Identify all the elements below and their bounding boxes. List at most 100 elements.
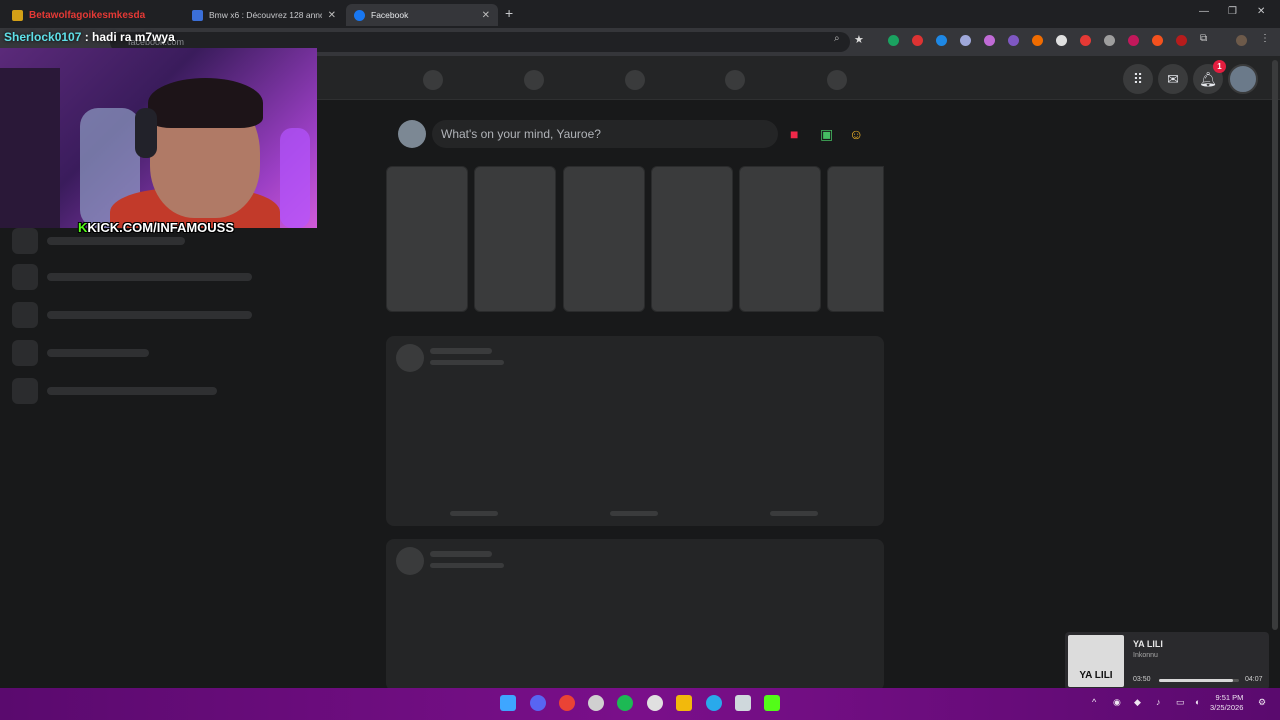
- taskbar-clock[interactable]: 9:51 PM 3/25/2026: [1210, 693, 1243, 713]
- bookmark-star-icon[interactable]: ★: [854, 33, 865, 46]
- nav-placeholder[interactable]: [725, 70, 745, 90]
- extension-icon[interactable]: [960, 35, 971, 46]
- nav-placeholder[interactable]: [423, 70, 443, 90]
- grid-menu-icon[interactable]: ⠿: [1123, 64, 1153, 94]
- album-cover: YA LILI: [1068, 635, 1124, 687]
- network-icon[interactable]: ▭: [1176, 697, 1185, 708]
- nav-placeholder[interactable]: [524, 70, 544, 90]
- story-card[interactable]: [827, 166, 884, 312]
- chat-username: Sherlock0107: [4, 30, 82, 44]
- tray-app-icon[interactable]: ◆: [1134, 697, 1141, 708]
- story-card[interactable]: [651, 166, 733, 312]
- minimize-button[interactable]: —: [1199, 6, 1209, 17]
- kick-logo-letter: K: [78, 220, 88, 235]
- story-card[interactable]: [563, 166, 645, 312]
- obs-icon[interactable]: [588, 695, 604, 711]
- new-tab-button[interactable]: +: [505, 5, 513, 21]
- tab-kick[interactable]: Betawolfagoikesmkesda: [4, 4, 184, 26]
- photo-icon[interactable]: ▣: [820, 126, 833, 143]
- chat-message: Sherlock0107 : hadi ra m7wya: [4, 30, 175, 44]
- nav-placeholder[interactable]: [827, 70, 847, 90]
- tray-app-icon[interactable]: ◉: [1113, 697, 1121, 708]
- notification-badge: 1: [1213, 60, 1226, 73]
- extension-icon[interactable]: [1176, 35, 1187, 46]
- profile-icon[interactable]: [1236, 35, 1247, 46]
- post-avatar-placeholder: [396, 547, 424, 575]
- share-placeholder[interactable]: [770, 511, 818, 516]
- song-title: YA LILI: [1133, 639, 1163, 649]
- song-progress-bar[interactable]: [1159, 679, 1239, 682]
- discord-icon[interactable]: [530, 695, 546, 711]
- clock-time: 9:51 PM: [1215, 693, 1244, 702]
- chrome-icon[interactable]: [559, 695, 575, 711]
- rgb-light: [280, 128, 310, 228]
- post-meta-placeholder: [430, 563, 504, 568]
- extension-icon[interactable]: [1080, 35, 1091, 46]
- extension-icon[interactable]: [1008, 35, 1019, 46]
- post-composer: What's on your mind, Yauroe? ■ ▣ ☺: [386, 112, 884, 158]
- close-tab-icon[interactable]: ✕: [482, 10, 490, 21]
- windows-start-icon[interactable]: [500, 695, 516, 711]
- extensions-puzzle-icon[interactable]: ⧉: [1200, 33, 1211, 44]
- story-card[interactable]: [739, 166, 821, 312]
- close-tab-icon[interactable]: ✕: [328, 10, 336, 21]
- post-name-placeholder: [430, 551, 492, 557]
- comment-placeholder[interactable]: [610, 511, 658, 516]
- extension-icon[interactable]: [936, 35, 947, 46]
- page-scrollbar[interactable]: [1272, 60, 1278, 630]
- extension-icon[interactable]: [1032, 35, 1043, 46]
- chat-text: : hadi ra m7wya: [81, 30, 175, 44]
- menu-kebab-icon[interactable]: ⋮: [1260, 33, 1271, 44]
- background-shelf: [0, 68, 60, 228]
- app-icon[interactable]: [647, 695, 663, 711]
- video-icon[interactable]: ■: [790, 126, 798, 142]
- tab-bmw[interactable]: Bmw x6 : Découvrez 128 annonces ✕: [184, 4, 344, 26]
- like-placeholder[interactable]: [450, 511, 498, 516]
- spotify-icon[interactable]: [617, 695, 633, 711]
- windows-taskbar: [0, 688, 1280, 720]
- telegram-icon[interactable]: [706, 695, 722, 711]
- smiley-icon[interactable]: ☺: [849, 126, 863, 142]
- kick-channel-label: KKICK.COM/INFAMOUSS: [78, 220, 234, 235]
- tab-title: Betawolfagoikesmkesda: [29, 9, 146, 21]
- tab-facebook[interactable]: Facebook ✕: [346, 4, 498, 26]
- app-icon[interactable]: [735, 695, 751, 711]
- extension-icon[interactable]: [912, 35, 923, 46]
- extension-icon[interactable]: [1104, 35, 1115, 46]
- extension-icon[interactable]: [888, 35, 899, 46]
- extension-icon[interactable]: [1128, 35, 1139, 46]
- facebook-favicon-icon: [354, 9, 365, 21]
- tray-chevron-icon[interactable]: ^: [1092, 697, 1096, 707]
- extension-icon[interactable]: [984, 35, 995, 46]
- composer-input[interactable]: What's on your mind, Yauroe?: [432, 120, 778, 148]
- extension-icon[interactable]: [1152, 35, 1163, 46]
- messenger-icon[interactable]: ✉: [1158, 64, 1188, 94]
- story-card[interactable]: [386, 166, 468, 312]
- story-card[interactable]: [474, 166, 556, 312]
- music-widget[interactable]: YA LILI YA LILI Inkonnu 03:50 04:07: [1065, 632, 1269, 690]
- account-avatar[interactable]: [1228, 64, 1258, 94]
- extension-icon[interactable]: [1056, 35, 1067, 46]
- volume-icon[interactable]: ◐: [1195, 697, 1200, 707]
- song-duration: 04:07: [1245, 676, 1263, 683]
- tab-title: Facebook: [371, 10, 409, 20]
- site-favicon-icon: [192, 9, 203, 21]
- file-explorer-icon[interactable]: [676, 695, 692, 711]
- microphone-icon[interactable]: ♪: [1156, 697, 1161, 707]
- user-avatar: [398, 120, 426, 148]
- song-progress-fill: [1159, 679, 1234, 682]
- close-window-button[interactable]: ✕: [1257, 6, 1265, 17]
- elapsed-time: 03:50: [1133, 676, 1151, 683]
- clock-date: 3/25/2026: [1210, 703, 1244, 712]
- maximize-button[interactable]: ❐: [1228, 6, 1237, 17]
- post-skeleton: [386, 336, 884, 526]
- kick-app-icon[interactable]: [764, 695, 780, 711]
- tab-title: Bmw x6 : Découvrez 128 annonces: [209, 10, 322, 20]
- zoom-icon[interactable]: ⌕: [834, 33, 845, 44]
- song-artist: Inkonnu: [1133, 652, 1158, 659]
- streamer-hair: [148, 78, 263, 128]
- notification-center-icon[interactable]: ⚙: [1258, 697, 1266, 708]
- webcam-overlay: [0, 48, 317, 228]
- post-name-placeholder: [430, 348, 492, 354]
- nav-placeholder[interactable]: [625, 70, 645, 90]
